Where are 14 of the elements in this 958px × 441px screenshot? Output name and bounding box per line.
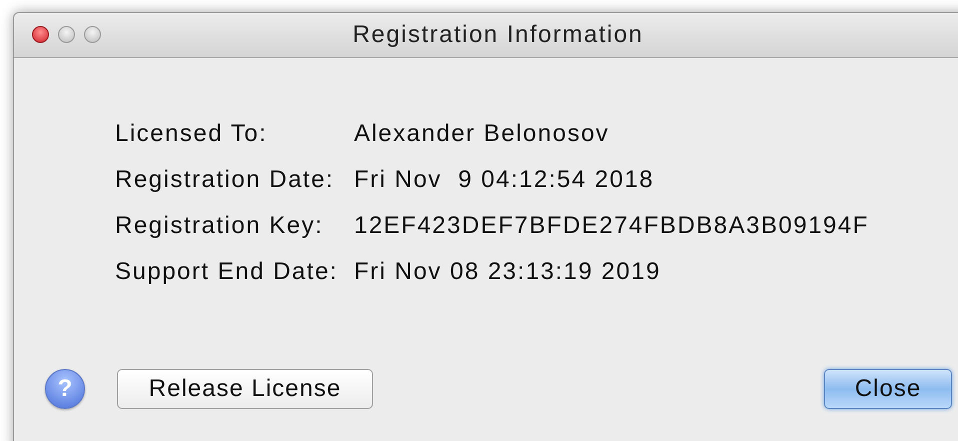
field-value: 12EF423DEF7BFDE274FBDB8A3B09194F (354, 212, 870, 240)
close-window-icon[interactable] (32, 26, 49, 43)
field-value: Fri Nov 08 23:13:19 2019 (354, 258, 662, 286)
window-title: Registration Information (352, 20, 644, 50)
release-license-button[interactable]: Release License (117, 369, 373, 409)
zoom-window-icon[interactable] (84, 26, 101, 43)
field-label: Support End Date: (115, 258, 338, 286)
field-label: Registration Date: (115, 166, 336, 194)
field-label: Licensed To: (115, 120, 268, 148)
field-label: Registration Key: (115, 212, 324, 240)
close-button[interactable]: Close (824, 369, 952, 409)
field-value: Fri Nov 9 04:12:54 2018 (354, 166, 656, 194)
field-value: Alexander Belonosov (354, 120, 610, 148)
minimize-window-icon[interactable] (58, 26, 75, 43)
